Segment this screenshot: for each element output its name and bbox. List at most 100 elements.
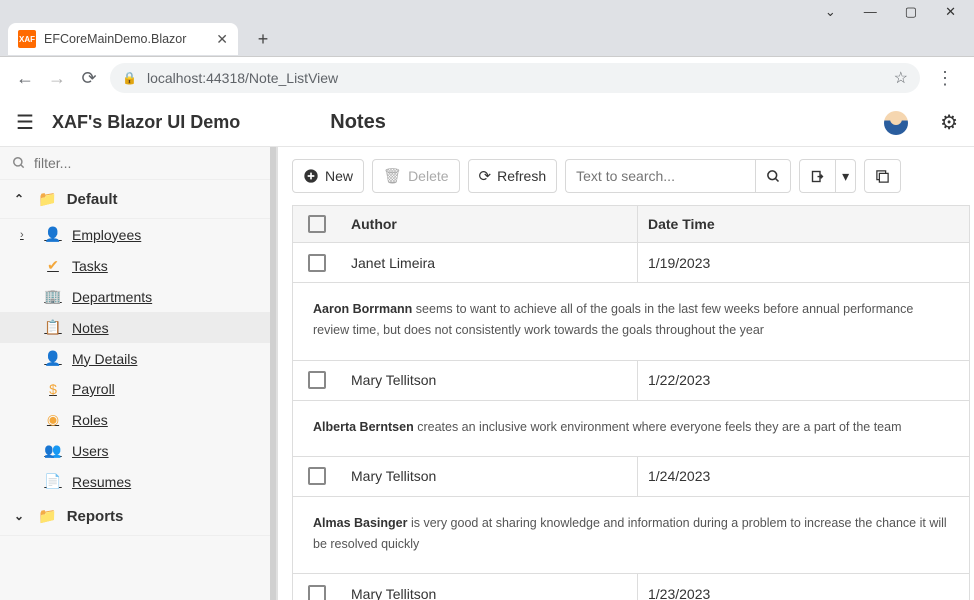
cell-author: Janet Limeira: [341, 255, 637, 271]
sidebar-item-tasks[interactable]: ✔ Tasks: [0, 250, 276, 281]
cell-author: Mary Tellitson: [341, 586, 637, 600]
nav-item-icon: ✔: [44, 257, 62, 274]
column-header-datetime[interactable]: Date Time: [637, 206, 969, 242]
nav-item-icon: ◉: [44, 411, 62, 428]
nav-item-label: Departments: [72, 289, 152, 305]
grid: Author Date Time Janet Limeira1/19/2023A…: [278, 205, 974, 600]
grid-header-row: Author Date Time: [292, 205, 970, 243]
sidebar-item-users[interactable]: 👥 Users: [0, 435, 276, 466]
tab-close-icon[interactable]: ✕: [216, 31, 228, 48]
sidebar: ⌃ 📁 Default ›👤Employees✔Tasks🏢Department…: [0, 147, 278, 600]
hamburger-icon[interactable]: ☰: [16, 110, 34, 135]
sidebar-item-my-details[interactable]: 👤 My Details: [0, 343, 276, 374]
chevron-down-icon[interactable]: ⌄: [825, 4, 836, 20]
cell-datetime: 1/23/2023: [637, 574, 969, 600]
sidebar-filter[interactable]: [0, 147, 276, 180]
refresh-button[interactable]: ⟳ Refresh: [468, 159, 558, 193]
nav-item-icon: 🏢: [44, 288, 62, 305]
nav-group-default[interactable]: ⌃ 📁 Default: [0, 180, 276, 219]
column-header-author[interactable]: Author: [341, 216, 637, 232]
export-button[interactable]: [799, 159, 835, 193]
nav-group-label: Reports: [67, 508, 124, 525]
cell-author: Mary Tellitson: [341, 372, 637, 388]
cell-datetime: 1/22/2023: [637, 361, 969, 400]
row-checkbox[interactable]: [308, 585, 326, 600]
app-title: XAF's Blazor UI Demo: [52, 112, 240, 133]
delete-button: 🗑 Delete: [372, 159, 460, 193]
search-button[interactable]: [755, 159, 791, 193]
folder-icon: 📁: [38, 190, 57, 208]
window-minimize-icon[interactable]: —: [864, 4, 877, 20]
folder-icon: 📁: [38, 507, 57, 525]
tab-favicon: XAF: [18, 30, 36, 48]
new-button[interactable]: New: [292, 159, 364, 193]
address-bar: ← → ⟳ 🔒 localhost:44318/Note_ListView ☆ …: [0, 57, 974, 99]
nav-item-label: Payroll: [72, 381, 115, 397]
table-row[interactable]: Mary Tellitson1/23/2023: [292, 574, 970, 600]
nav-item-icon: $: [44, 381, 62, 397]
row-checkbox[interactable]: [308, 254, 326, 272]
search-icon: [12, 156, 26, 170]
page-title: Notes: [330, 111, 386, 134]
cell-datetime: 1/19/2023: [637, 243, 969, 282]
user-avatar[interactable]: [884, 111, 908, 135]
row-detail: Aaron Borrmann seems to want to achieve …: [292, 283, 970, 361]
nav-group-reports[interactable]: ⌄ 📁 Reports: [0, 497, 276, 536]
sidebar-item-notes[interactable]: 📋Notes: [0, 312, 276, 343]
nav-item-icon: 👤: [44, 350, 62, 367]
refresh-icon: ⟳: [479, 167, 492, 185]
nav-item-label: My Details: [72, 351, 137, 367]
nav-item-icon: 👥: [44, 442, 62, 459]
sidebar-item-departments[interactable]: 🏢 Departments: [0, 281, 276, 312]
nav-back-icon[interactable]: ←: [14, 68, 36, 89]
lock-icon: 🔒: [122, 71, 137, 85]
sidebar-item-payroll[interactable]: $ Payroll: [0, 374, 276, 404]
trash-icon: 🗑: [383, 167, 402, 185]
cell-datetime: 1/24/2023: [637, 457, 969, 496]
export-dropdown-toggle[interactable]: ▾: [835, 159, 856, 193]
cell-author: Mary Tellitson: [341, 468, 637, 484]
new-tab-button[interactable]: +: [250, 26, 276, 52]
row-checkbox[interactable]: [308, 467, 326, 485]
sidebar-item-roles[interactable]: ◉ Roles: [0, 404, 276, 435]
tab-title: EFCoreMainDemo.Blazor: [44, 32, 208, 46]
url-box[interactable]: 🔒 localhost:44318/Note_ListView ☆: [110, 63, 920, 93]
toolbar: New 🗑 Delete ⟳ Refresh ▾: [278, 147, 974, 205]
nav-item-label: Users: [72, 443, 109, 459]
column-chooser-button[interactable]: [864, 159, 901, 193]
url-text: localhost:44318/Note_ListView: [147, 70, 884, 86]
nav-item-label: Roles: [72, 412, 108, 428]
table-row[interactable]: Janet Limeira1/19/2023: [292, 243, 970, 283]
window-close-icon[interactable]: ✕: [945, 4, 956, 20]
refresh-button-label: Refresh: [497, 168, 546, 184]
table-row[interactable]: Mary Tellitson1/22/2023: [292, 361, 970, 401]
row-detail: Almas Basinger is very good at sharing k…: [292, 497, 970, 575]
nav-item-label: Tasks: [72, 258, 108, 274]
filter-input[interactable]: [34, 155, 264, 171]
gear-icon[interactable]: ⚙: [940, 110, 958, 135]
export-split-button[interactable]: ▾: [799, 159, 856, 193]
sidebar-item-employees[interactable]: ›👤Employees: [0, 219, 276, 250]
window-maximize-icon[interactable]: ▢: [905, 4, 917, 20]
nav-item-label: Employees: [72, 227, 141, 243]
search-input[interactable]: [565, 159, 755, 193]
app-header: ☰ XAF's Blazor UI Demo Notes ⚙: [0, 99, 974, 147]
nav-reload-icon[interactable]: ⟳: [78, 68, 100, 89]
select-all-checkbox[interactable]: [308, 215, 326, 233]
chevron-up-icon: ⌃: [14, 192, 28, 206]
chevron-down-icon: ⌄: [14, 509, 28, 523]
row-checkbox[interactable]: [308, 371, 326, 389]
nav-item-label: Resumes: [72, 474, 131, 490]
nav-forward-icon: →: [46, 68, 68, 89]
new-button-label: New: [325, 168, 353, 184]
main-area: New 🗑 Delete ⟳ Refresh ▾: [278, 147, 974, 600]
bookmark-star-icon[interactable]: ☆: [894, 68, 908, 88]
browser-tab[interactable]: XAF EFCoreMainDemo.Blazor ✕: [8, 23, 238, 55]
nav-item-icon: 👤: [44, 226, 62, 243]
nav-item-label: Notes: [72, 320, 109, 336]
plus-circle-icon: [303, 168, 319, 184]
table-row[interactable]: Mary Tellitson1/24/2023: [292, 457, 970, 497]
sidebar-item-resumes[interactable]: 📄Resumes: [0, 466, 276, 497]
browser-chrome: ⌄ — ▢ ✕ XAF EFCoreMainDemo.Blazor ✕ +: [0, 0, 974, 57]
browser-menu-icon[interactable]: ⋮: [930, 68, 960, 89]
